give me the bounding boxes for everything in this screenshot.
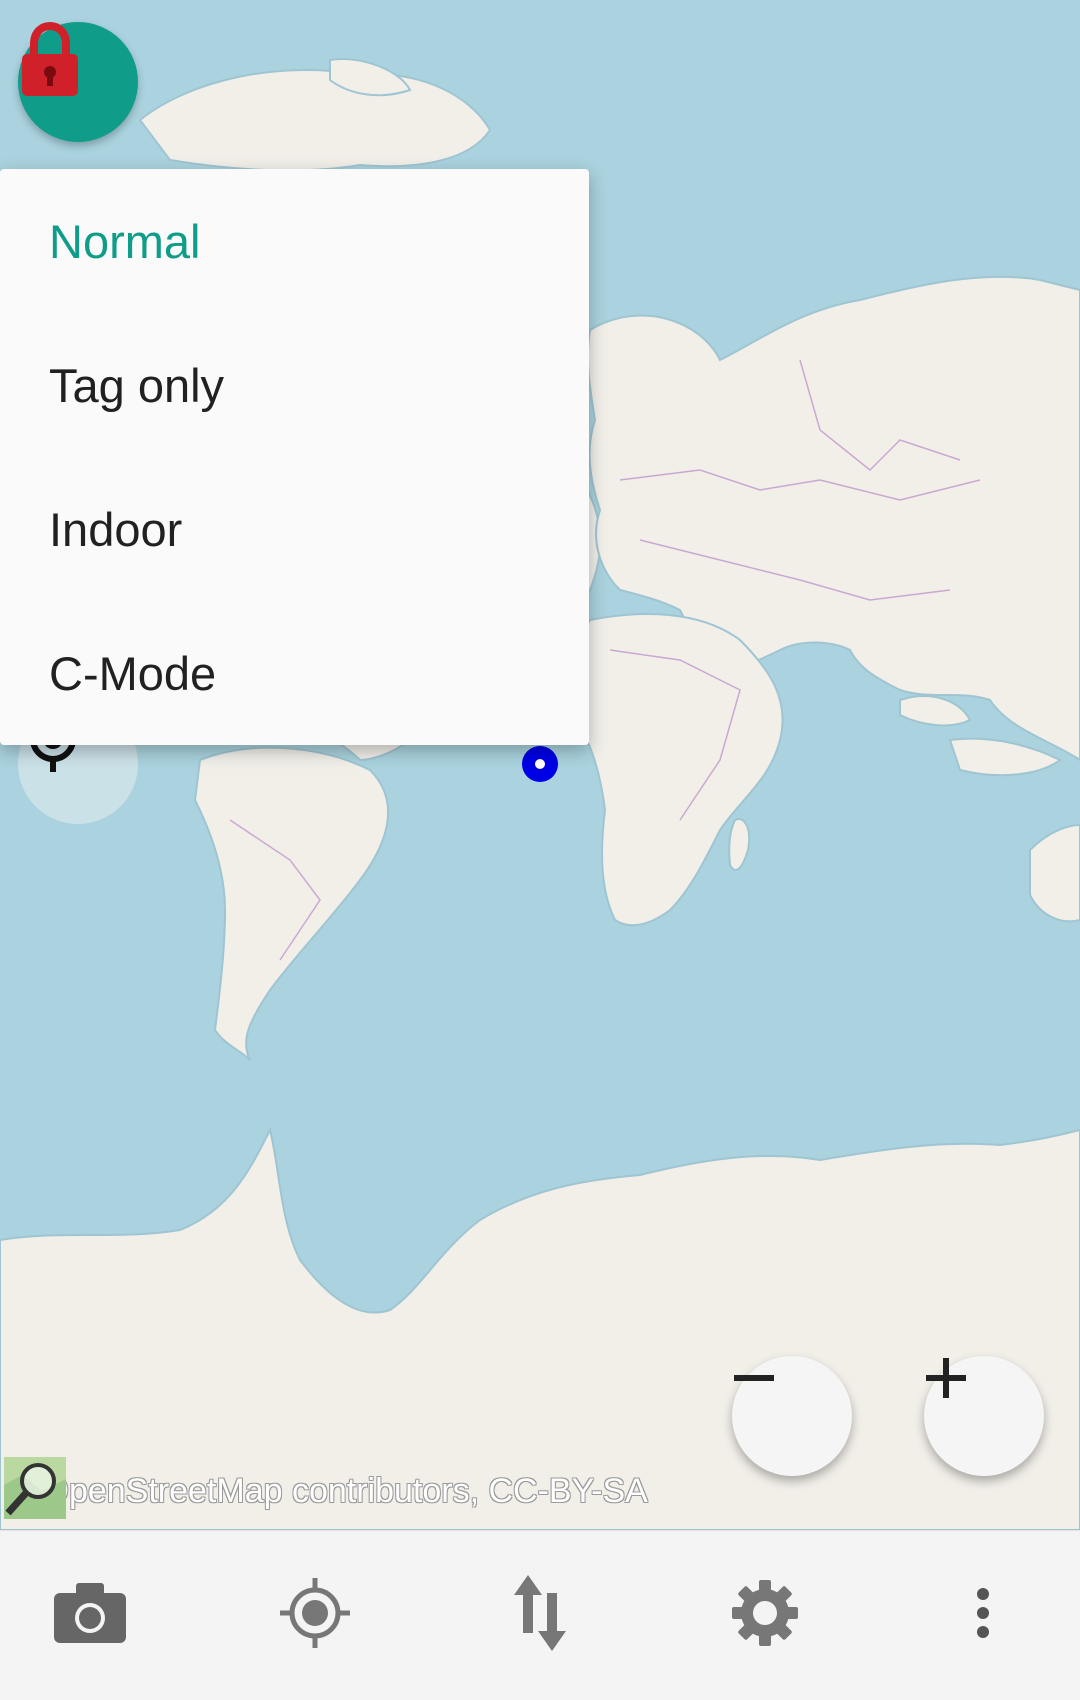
transfer-button[interactable] [480,1531,600,1700]
location-marker-icon [522,746,558,782]
gear-icon [730,1578,800,1653]
map-view[interactable]: Normal Tag only Indoor C-Mode © OpenStre… [0,0,1080,1530]
location-marker-center [535,759,545,769]
overflow-menu-button[interactable] [923,1531,1043,1700]
menu-item-normal[interactable]: Normal [0,169,589,313]
mode-menu: Normal Tag only Indoor C-Mode [0,169,589,745]
camera-icon [52,1581,128,1650]
preferences-button[interactable] [705,1531,825,1700]
bottom-toolbar [0,1530,1080,1700]
menu-item-indoor[interactable]: Indoor [0,457,589,601]
map-attribution[interactable]: © OpenStreetMap contributors, CC-BY-SA [2,1455,648,1527]
zoom-in-button[interactable] [924,1356,1044,1476]
lock-button[interactable] [18,22,138,142]
gps-button[interactable] [255,1531,375,1700]
transfer-arrows-icon [512,1573,568,1658]
menu-item-tag-only[interactable]: Tag only [0,313,589,457]
gps-icon [278,1576,352,1655]
more-vertical-icon [975,1587,991,1644]
camera-button[interactable] [30,1531,150,1700]
attribution-text: © OpenStreetMap contributors, CC-BY-SA [8,1471,648,1510]
zoom-out-button[interactable] [732,1356,852,1476]
menu-item-c-mode[interactable]: C-Mode [0,601,589,745]
